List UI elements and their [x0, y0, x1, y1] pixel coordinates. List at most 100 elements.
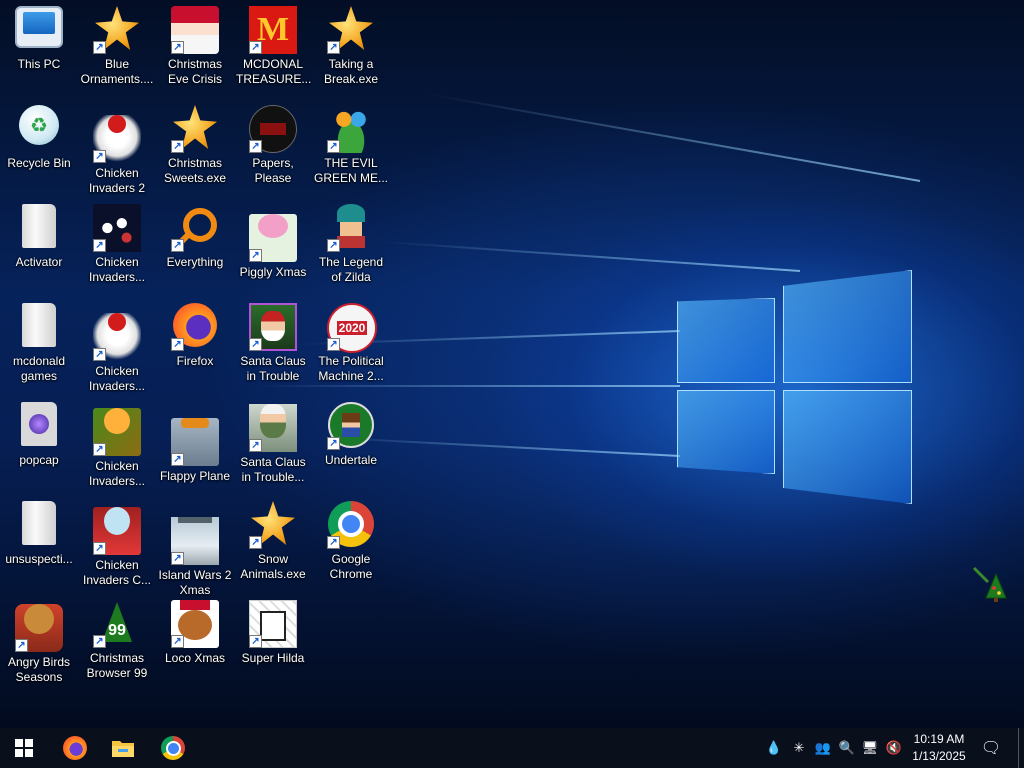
desktop-icon[interactable]: ↗ Chicken Invaders... [78, 299, 156, 395]
taskbar-file-explorer-button[interactable] [100, 728, 146, 768]
desktop-icon[interactable]: ↗ Flappy Plane [156, 398, 234, 494]
desktop-icon[interactable]: ↗ Chicken Invaders... [78, 398, 156, 494]
desktop-icon-image: ↗ [93, 408, 141, 456]
shortcut-arrow-icon: ↗ [327, 140, 340, 153]
desktop-icon-image: ↗ [249, 600, 297, 648]
desktop-icon[interactable]: unsuspecti... [0, 497, 78, 593]
shortcut-arrow-icon: ↗ [249, 140, 262, 153]
desktop-icon-image: ↗ [249, 105, 297, 153]
desktop-icon-label: Blue Ornaments.... [80, 57, 154, 86]
shortcut-arrow-icon: ↗ [171, 635, 184, 648]
desktop-icon-image: ↗ [93, 6, 141, 54]
christmas-tree-cursor [972, 566, 1008, 602]
desktop-icon[interactable]: ↗ Christmas Sweets.exe [156, 101, 234, 197]
desktop-icon-image: ↗ [93, 115, 141, 163]
desktop-icon[interactable]: ↗ Snow Animals.exe [234, 497, 312, 593]
windows-icon [15, 739, 33, 757]
desktop-icon-label: Google Chrome [329, 552, 373, 581]
desktop-icon-image [15, 204, 63, 252]
desktop-icon[interactable]: ↗ Christmas Eve Crisis [156, 2, 234, 98]
desktop-icon-label: THE EVIL GREEN ME... [314, 156, 389, 185]
desktop-icon-label: popcap [19, 453, 59, 467]
logo-pane-top-right [783, 270, 912, 383]
desktop-icon-label: Recycle Bin [7, 156, 71, 170]
desktop-icon-label: Chicken Invaders 2 [88, 166, 146, 195]
recycle-bin-icon: ♻ [19, 105, 59, 145]
desktop-icon[interactable]: ↗ Everything [156, 200, 234, 296]
folder-icon [22, 501, 56, 545]
desktop-icon[interactable]: ↗ Santa Claus in Trouble... A... [234, 398, 312, 494]
clock[interactable]: 10:19 AM 1/13/2025 [904, 731, 974, 765]
desktop-icon-image [15, 6, 63, 54]
desktop-icon-image: ↗ [171, 204, 219, 252]
shortcut-arrow-icon: ↗ [93, 635, 106, 648]
desktop-icon-label: Undertale [324, 453, 378, 467]
desktop-icon[interactable]: 2020 ↗ The Political Machine 2... [312, 299, 390, 395]
desktop-icon[interactable]: ↗ Firefox [156, 299, 234, 395]
light-beam [427, 93, 921, 182]
desktop-icon[interactable]: 99 ↗ Christmas Browser 99 [78, 596, 156, 692]
desktop-icon-label: Snow Animals.exe [240, 552, 306, 581]
desktop-icon-image: ↗ [249, 303, 297, 351]
desktop-icon[interactable]: ♻ Recycle Bin [0, 101, 78, 197]
taskbar-chrome-button[interactable] [150, 728, 196, 768]
desktop-icon-image: ↗ [327, 6, 375, 54]
desktop-icon-label: Chicken Invaders C... [82, 558, 152, 587]
shortcut-arrow-icon: ↗ [249, 439, 262, 452]
desktop-icon[interactable]: Activator [0, 200, 78, 296]
desktop-icon[interactable]: M ↗ MCDONAL TREASURE... [234, 2, 312, 98]
chrome-icon [161, 736, 185, 760]
desktop-icon-label: Santa Claus in Trouble... A... [240, 455, 306, 484]
shortcut-arrow-icon: ↗ [171, 338, 184, 351]
people-icon[interactable]: 👥 [813, 728, 833, 768]
light-beam [380, 240, 801, 272]
desktop-icon-image: ↗ [327, 501, 375, 549]
desktop-icon[interactable]: ↗ Chicken Invaders 2 [78, 101, 156, 197]
desktop-icon[interactable]: ↗ Undertale [312, 398, 390, 494]
desktop-icon[interactable]: ↗ Angry Birds Seasons [0, 596, 78, 692]
desktop-icon[interactable]: ↗ Island Wars 2 Xmas [156, 497, 234, 597]
clock-date: 1/13/2025 [912, 749, 966, 763]
desktop-icon[interactable]: ↗ Google Chrome [312, 497, 390, 593]
desktop-icon[interactable]: ↗ Piggly Xmas [234, 200, 312, 296]
desktop-icon-image: ↗ [93, 204, 141, 252]
desktop-icon-label: Papers, Please [252, 156, 294, 185]
everything-tray-icon[interactable]: 🔍 [837, 728, 857, 768]
desktop-icon[interactable]: ↗ Chicken Invaders C... [78, 497, 156, 593]
desktop-icon-label: Flappy Plane [159, 469, 231, 483]
desktop-icon-image: ↗ [327, 105, 375, 153]
desktop-icon[interactable]: This PC [0, 2, 78, 98]
shortcut-arrow-icon: ↗ [93, 443, 106, 456]
desktop-icon-label: Firefox [176, 354, 214, 368]
desktop-icon-image [15, 501, 63, 549]
desktop-icon-image: ↗ [171, 418, 219, 466]
taskbar-firefox-button[interactable] [52, 728, 98, 768]
desktop-icon[interactable]: mcdonald games [0, 299, 78, 395]
desktop-icon[interactable]: ↗ Papers, Please [234, 101, 312, 197]
desktop-icon[interactable]: ↗ Loco Xmas [156, 596, 234, 692]
action-center-button[interactable]: 🗨 [978, 728, 1004, 768]
desktop-icon-image: M ↗ [249, 6, 297, 54]
desktop-icon[interactable]: ↗ Taking a Break.exe [312, 2, 390, 98]
desktop-icon-image: ↗ [171, 6, 219, 54]
desktop-icon[interactable]: popcap [0, 398, 78, 494]
desktop-icon[interactable]: ↗ The Legend of Zilda [312, 200, 390, 296]
desktop-icon[interactable]: ↗ Super Hilda [234, 596, 312, 692]
start-button[interactable] [0, 728, 48, 768]
desktop-icon-image: ↗ [171, 105, 219, 153]
water-drop-icon[interactable]: 💧 [765, 728, 783, 768]
desktop-icon[interactable]: ↗ Chicken Invaders... [78, 200, 156, 296]
folder-icon [22, 204, 56, 248]
desktop-icon-label: The Legend of Zilda [318, 255, 384, 284]
logo-pane-bottom-left [677, 390, 775, 474]
desktop-icon-image: ↗ [171, 303, 219, 351]
desktop-icon-label: MCDONAL TREASURE... [236, 57, 312, 86]
desktop-icon[interactable]: ↗ Santa Claus in Trouble [234, 299, 312, 395]
desktop-icon[interactable]: ↗ Blue Ornaments.... [78, 2, 156, 98]
snowflake-icon[interactable]: ✳ [789, 728, 809, 768]
clock-time: 10:19 AM [913, 732, 965, 746]
volume-muted-icon[interactable]: 🔇 [884, 728, 904, 768]
desktop-icon[interactable]: ↗ THE EVIL GREEN ME... [312, 101, 390, 197]
network-icon[interactable]: 🖥 [860, 728, 880, 768]
desktop-icon-image: ♻ [15, 105, 63, 153]
